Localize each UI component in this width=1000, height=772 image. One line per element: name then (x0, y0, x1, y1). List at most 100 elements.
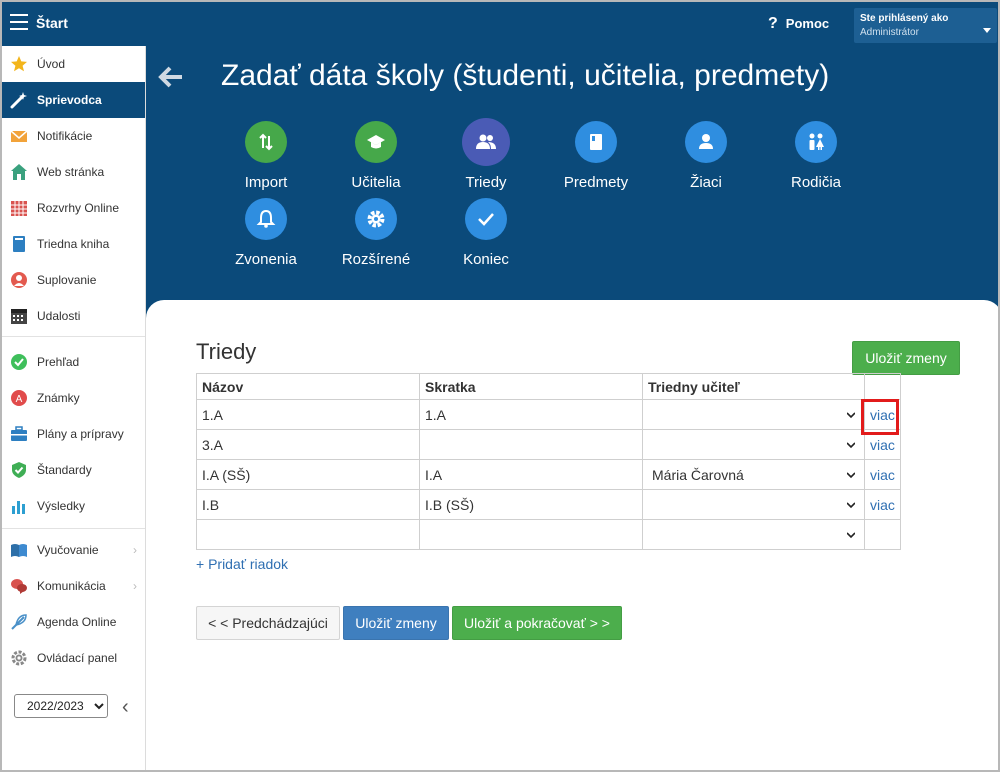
name-cell[interactable]: I.B (196, 489, 420, 520)
person-icon (11, 272, 27, 288)
sidebar-item-label: Úvod (37, 57, 66, 71)
chevron-down-icon (847, 471, 855, 478)
sidebar-item-udalosti[interactable]: Udalosti (2, 298, 145, 334)
parents-icon (795, 121, 837, 163)
abbr-cell[interactable] (419, 429, 643, 460)
sidebar: Úvod Sprievodca Notifikácie Web stránka … (2, 46, 146, 770)
user-menu[interactable]: Ste prihlásený ako Administrátor (854, 8, 997, 43)
wizard-step-rozsirene[interactable]: Rozšírené (326, 198, 426, 272)
step-label: Koniec (463, 251, 509, 268)
sidebar-item-rozvrhy-online[interactable]: Rozvrhy Online (2, 190, 145, 226)
page-title: Zadať dáta školy (študenti, učitelia, pr… (221, 59, 830, 92)
add-row-link[interactable]: + Pridať riadok (196, 556, 288, 572)
check-circle-icon (11, 354, 27, 370)
app-title[interactable]: Štart (36, 15, 68, 31)
section-title: Triedy (196, 339, 257, 364)
back-arrow-icon[interactable] (158, 64, 184, 90)
sidebar-item-notifikacie[interactable]: Notifikácie (2, 118, 145, 154)
save-changes-button[interactable]: Uložiť zmeny (343, 606, 449, 640)
name-cell[interactable]: 1.A (196, 399, 420, 430)
name-cell[interactable]: 3.A (196, 429, 420, 460)
sidebar-item-label: Sprievodca (37, 93, 102, 107)
sidebar-item-vysledky[interactable]: Výsledky (2, 488, 145, 524)
wizard-step-zvonenia[interactable]: Zvonenia (216, 198, 316, 272)
abbr-cell[interactable]: 1.A (419, 399, 643, 430)
wizard-step-import[interactable]: Import (216, 121, 316, 195)
wizard-step-ucitelia[interactable]: Učitelia (326, 121, 426, 195)
hamburger-menu-icon[interactable] (10, 14, 28, 30)
sidebar-item-label: Plány a prípravy (37, 427, 124, 441)
teacher-select-cell[interactable]: Mária Čarovná (642, 459, 865, 490)
more-link[interactable]: viac (870, 407, 895, 423)
teacher-select-cell[interactable] (642, 519, 865, 550)
sidebar-item-ovladaci-panel[interactable]: Ovládací panel (2, 640, 145, 676)
open-book-icon (11, 544, 27, 557)
sidebar-item-sprievodca[interactable]: Sprievodca (2, 82, 145, 118)
top-bar: Štart ? Pomoc Ste prihlásený ako Administ… (2, 2, 998, 46)
sidebar-item-label: Web stránka (37, 165, 105, 179)
sidebar-item-web-stranka[interactable]: Web stránka (2, 154, 145, 190)
gear-icon (355, 198, 397, 240)
school-year-select[interactable]: 2022/2023 (14, 694, 108, 718)
sidebar-item-label: Komunikácia (37, 579, 106, 593)
sidebar-item-uvod[interactable]: Úvod (2, 46, 145, 82)
user-line-1: Ste prihlásený ako (860, 13, 949, 24)
sidebar-item-znamky[interactable]: A Známky (2, 380, 145, 416)
previous-button[interactable]: < < Predchádzajúci (196, 606, 340, 640)
wizard-step-koniec[interactable]: Koniec (436, 198, 536, 272)
step-label: Import (244, 174, 288, 191)
collapse-sidebar-icon[interactable]: ‹ (122, 696, 129, 719)
column-header-name: Názov (196, 373, 420, 400)
sidebar-item-agenda-online[interactable]: Agenda Online (2, 604, 145, 640)
teacher-select[interactable] (648, 491, 859, 519)
save-changes-top-button[interactable]: Uložiť zmeny (852, 341, 960, 375)
graduation-cap-icon (355, 121, 397, 163)
abbr-cell[interactable]: I.B (SŠ) (419, 489, 643, 520)
chevron-down-icon (847, 441, 855, 448)
sidebar-item-prehlad[interactable]: Prehľad (2, 344, 145, 380)
teacher-select[interactable] (648, 431, 859, 459)
chat-icon (11, 579, 27, 594)
classes-table: Názov Skratka Triedny učiteľ 1.A 1.A via… (196, 373, 901, 550)
sidebar-item-triedna-kniha[interactable]: Triedna kniha (2, 226, 145, 262)
wizard-step-triedy[interactable]: Triedy (436, 118, 536, 195)
group-icon (462, 118, 510, 166)
abbr-cell[interactable]: I.A (419, 459, 643, 490)
calendar-icon (11, 309, 27, 324)
name-cell[interactable]: I.A (SŠ) (196, 459, 420, 490)
shield-check-icon (12, 462, 26, 478)
help-label: Pomoc (785, 16, 830, 31)
name-cell[interactable] (196, 519, 420, 550)
help-link[interactable]: ? Pomoc (768, 15, 829, 33)
sidebar-item-plany-a-pripravy[interactable]: Plány a prípravy (2, 416, 145, 452)
chevron-right-icon: › (133, 543, 137, 557)
sidebar-item-label: Vyučovanie (37, 543, 99, 557)
more-link[interactable]: viac (870, 467, 895, 483)
wizard-step-rodicia[interactable]: Rodičia (766, 121, 866, 195)
column-header-abbr: Skratka (419, 373, 643, 400)
wizard-step-ziaci[interactable]: Žiaci (656, 121, 756, 195)
table-row: 3.A viac (196, 429, 901, 460)
teacher-select-cell[interactable] (642, 489, 865, 520)
wizard-step-predmety[interactable]: Predmety (546, 121, 646, 195)
book-icon (13, 236, 25, 252)
sidebar-item-standardy[interactable]: Štandardy (2, 452, 145, 488)
more-link[interactable]: viac (870, 497, 895, 513)
teacher-select[interactable]: Mária Čarovná (648, 461, 859, 489)
more-link[interactable]: viac (870, 437, 895, 453)
teacher-select[interactable] (648, 401, 859, 429)
teacher-select-cell[interactable] (642, 399, 865, 430)
sidebar-item-vyucovanie[interactable]: Vyučovanie › (2, 532, 145, 568)
sidebar-item-label: Suplovanie (37, 273, 97, 287)
abbr-cell[interactable] (419, 519, 643, 550)
house-icon (11, 164, 27, 180)
sidebar-item-suplovanie[interactable]: Suplovanie (2, 262, 145, 298)
sidebar-divider (2, 336, 145, 337)
sidebar-item-komunikacia[interactable]: Komunikácia › (2, 568, 145, 604)
question-icon: ? (768, 15, 778, 32)
save-and-continue-button[interactable]: Uložiť a pokračovať > > (452, 606, 622, 640)
chevron-down-icon (847, 501, 855, 508)
step-label: Rodičia (790, 174, 842, 191)
teacher-select-cell[interactable] (642, 429, 865, 460)
teacher-select[interactable] (648, 521, 859, 549)
